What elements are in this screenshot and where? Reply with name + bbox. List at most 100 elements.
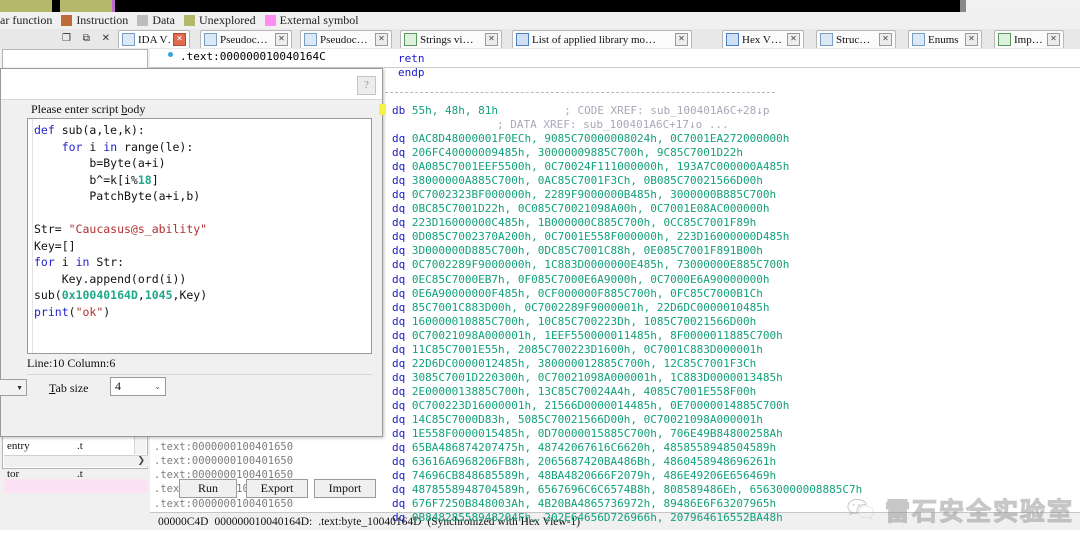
- dq-line: dq 4878558948704589h, 6567696C6C6574B8h,…: [392, 483, 862, 496]
- chevron-down-icon: ⌄: [154, 382, 161, 391]
- dq-values: 2E0000013885C700h, 13C85C70024A4h, 4085C…: [411, 384, 757, 398]
- tab-structures-icon[interactable]: Struc… ✕: [816, 30, 896, 48]
- legend-label: Data: [152, 13, 175, 27]
- script-code[interactable]: def sub(a,le,k): for i in range(le): b=B…: [34, 122, 369, 320]
- dq-keyword: dq: [392, 511, 406, 525]
- dq-line: dq 223D16000000C485h, 1B000000C885C700h,…: [392, 216, 756, 229]
- tab-strings-icon[interactable]: Strings vi… ✕: [400, 30, 502, 48]
- tab-size-combo[interactable]: 4 ⌄: [110, 377, 166, 396]
- dq-values: 74696CB848685589h, 48BA4820666F2079h, 48…: [411, 469, 777, 483]
- navigator-legend: ar function Instruction Data Unexplored Exte…: [0, 12, 1080, 29]
- tab-close-icon[interactable]: ✕: [275, 33, 288, 46]
- dq-keyword: dq: [392, 174, 406, 188]
- breakpoint-dot-icon: [168, 52, 173, 57]
- ida-main-window: ar function Instruction Data Unexplored Exte…: [0, 0, 1080, 552]
- py-number: 18: [137, 172, 152, 187]
- tab-hex-view-icon[interactable]: Hex V… ✕: [722, 30, 804, 48]
- tab-size-label: Tab size: [49, 381, 88, 396]
- editor-gutter: [28, 119, 33, 353]
- dq-values: 676F7250B848003Ah, 4B20BA4865736972h, 89…: [411, 497, 777, 511]
- dq-values: 0A085C7001EEF5500h, 0C70024F111000000h, …: [411, 160, 790, 174]
- imports-icon: [998, 33, 1011, 46]
- tab-library-icon[interactable]: List of applied library mo… ✕: [512, 30, 692, 48]
- dq-values: 11C85C7001E55h, 2085C700223D1600h, 0C700…: [411, 342, 763, 356]
- py-number: 0x10040164D: [61, 288, 138, 302]
- pseudocode-icon: [204, 33, 217, 46]
- list-item[interactable]: entry: [7, 440, 30, 452]
- script-body-label-suffix: ody: [127, 102, 146, 116]
- tab-ida-view-icon[interactable]: IDA V…✕: [118, 30, 190, 48]
- structures-icon: [820, 33, 833, 46]
- status-offset: 00000C4D: [158, 515, 209, 528]
- dq-values: 85C7001C883D00h, 0C7002289F9000001h, 22D…: [411, 300, 770, 314]
- watermark: 雷石安全实验室: [847, 492, 1074, 528]
- dq-keyword: dq: [392, 314, 406, 328]
- legend-item: Data: [137, 13, 175, 28]
- cursor-highlight: [379, 104, 386, 115]
- dq-keyword: dq: [392, 258, 406, 272]
- list-item-address: .t: [77, 468, 83, 480]
- tab-close-icon[interactable]: ✕: [1047, 33, 1060, 46]
- db-line: db 55h, 48h, 81h ; CODE XREF: sub_100401…: [392, 104, 770, 117]
- tab-enums-icon[interactable]: Enums ✕: [908, 30, 982, 48]
- py-keyword: for: [61, 139, 83, 154]
- tab-pseudocode-icon[interactable]: Pseudoc… ✕: [200, 30, 292, 48]
- tab-imports-icon[interactable]: Imp… ✕: [994, 30, 1064, 48]
- list-row-highlight: [4, 479, 148, 493]
- tab-label: Strings vi…: [420, 33, 474, 46]
- maximize-icon[interactable]: ❐: [62, 33, 71, 44]
- dialog-titlebar[interactable]: ?: [1, 69, 382, 100]
- window-controls[interactable]: ❐ ⧉ ✕: [62, 30, 110, 46]
- navigator-segment: [60, 0, 112, 12]
- dq-values: 3D000000D885C700h, 0DC85C7001C88h, 0E085…: [411, 244, 763, 258]
- tab-size-label-suffix: ab size: [55, 381, 89, 395]
- dq-values: 38000000A885C700h, 0AC85C7001F3Ch, 0B085…: [411, 174, 763, 188]
- tab-close-icon[interactable]: ✕: [675, 33, 688, 46]
- tab-label: Struc…: [836, 33, 871, 46]
- dq-line: dq 74696CB848685589h, 48BA4820666F2079h,…: [392, 469, 776, 482]
- dq-keyword: dq: [392, 188, 406, 202]
- tab-close-icon[interactable]: ✕: [173, 33, 186, 46]
- language-combo[interactable]: on ▼: [0, 379, 27, 396]
- dialog-separator: [27, 374, 372, 375]
- dq-values: 63616A6968206FB8h, 2065687420BA486Bh, 48…: [411, 455, 777, 469]
- dq-line: dq 0C700223D16000001h, 21566D0000014485h…: [392, 399, 789, 412]
- tab-close-icon[interactable]: ✕: [375, 33, 388, 46]
- strings-icon: [404, 33, 417, 46]
- import-button[interactable]: Import: [314, 479, 376, 498]
- tab-close-icon[interactable]: ✕: [485, 33, 498, 46]
- dq-values: 0C7002323BF000000h, 2289F9000000B485h, 3…: [411, 188, 777, 202]
- hex-view-icon: [726, 33, 739, 46]
- run-button[interactable]: Run: [179, 479, 237, 498]
- help-icon[interactable]: ?: [357, 76, 376, 95]
- db-data-xref: ; DATA XREF: sub_100401A6C+17↓o ...: [497, 118, 729, 131]
- tab-pseudocode-icon[interactable]: Pseudoc… ✕: [300, 30, 392, 48]
- left-status-filler: [0, 512, 150, 530]
- py-keyword: def: [34, 123, 55, 137]
- tab-close-icon[interactable]: ✕: [965, 33, 978, 46]
- legend-item: Instruction: [61, 13, 128, 28]
- script-editor[interactable]: def sub(a,le,k): for i in range(le): b=B…: [27, 118, 372, 354]
- functions-hscrollbar[interactable]: ❯: [4, 455, 148, 467]
- dq-keyword: dq: [392, 230, 406, 244]
- export-button[interactable]: Export: [246, 479, 308, 498]
- dq-keyword: dq: [392, 244, 406, 258]
- db-code-xref: ; CODE XREF: sub_100401A6C+28↓p: [564, 104, 770, 117]
- chevron-down-icon: ▼: [16, 383, 23, 392]
- dq-values: 0EC85C7000EB7h, 0F085C7000E6A9000h, 0C70…: [411, 272, 770, 286]
- legend-swatch: [264, 15, 276, 26]
- dq-line: dq 0D085C7002370A200h, 0C7001E558F000000…: [392, 230, 789, 243]
- tab-close-icon[interactable]: ✕: [879, 33, 892, 46]
- navigator-band[interactable]: [0, 0, 1080, 12]
- restore-icon[interactable]: ⧉: [83, 33, 90, 44]
- py-keyword: in: [103, 139, 118, 154]
- dq-line: dq 0AC8D48000001F0ECh, 9085C70000008024h…: [392, 132, 789, 145]
- list-item[interactable]: tor: [7, 468, 19, 480]
- tab-close-icon[interactable]: ✕: [787, 33, 800, 46]
- close-icon[interactable]: ✕: [102, 33, 110, 44]
- dq-keyword: dq: [392, 300, 406, 314]
- disassembly-line: endp: [398, 66, 425, 79]
- execute-script-dialog[interactable]: ? Please enter script body def sub(a,le,…: [0, 68, 383, 498]
- dq-keyword: dq: [392, 286, 406, 300]
- dq-line: dq 2E0000013885C700h, 13C85C70024A4h, 40…: [392, 385, 756, 398]
